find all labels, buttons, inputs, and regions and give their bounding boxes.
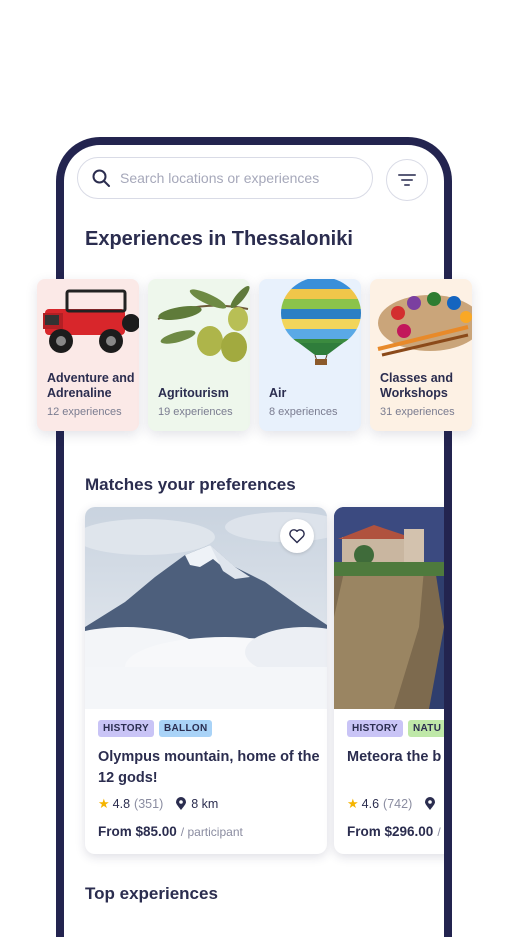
jeep-image bbox=[43, 289, 139, 353]
location-pin-icon bbox=[425, 797, 436, 810]
tag-list: HISTORY NATU bbox=[347, 720, 444, 737]
card-title: Olympus mountain, home of the 12 gods! bbox=[98, 749, 320, 786]
location-pin-icon bbox=[176, 797, 187, 810]
favorite-button[interactable] bbox=[280, 519, 314, 553]
filter-button[interactable] bbox=[386, 159, 428, 201]
tag-ballon: BALLON bbox=[159, 720, 213, 737]
category-count: 19 experiences bbox=[158, 406, 233, 418]
section-title-matches: Matches your preferences bbox=[85, 475, 296, 494]
star-icon: ★ bbox=[347, 796, 359, 811]
card-price: From $296.00/ bbox=[347, 824, 441, 839]
card-photo-meteora bbox=[334, 507, 444, 709]
price-unit: / bbox=[437, 825, 441, 839]
price-value: From $85.00 bbox=[98, 824, 177, 839]
card-meta: ★ 4.6 (742) bbox=[347, 796, 440, 812]
category-carousel: Adventure and Adrenaline 12 experiences … bbox=[37, 279, 507, 431]
category-name: Adventure and Adrenaline bbox=[47, 371, 135, 400]
tag-nature: NATU bbox=[408, 720, 444, 737]
search-input[interactable] bbox=[118, 169, 362, 187]
app-screen: Experiences in Thessaloniki Matches your… bbox=[64, 145, 444, 937]
price-unit: / participant bbox=[180, 825, 243, 839]
category-card-air[interactable]: Air 8 experiences bbox=[259, 279, 361, 431]
filter-icon bbox=[398, 174, 416, 186]
category-name: Classes and Workshops bbox=[380, 371, 453, 400]
olive-image bbox=[157, 285, 250, 362]
category-card-adventure[interactable]: Adventure and Adrenaline 12 experiences bbox=[37, 279, 139, 431]
tag-list: HISTORY BALLON bbox=[98, 720, 213, 737]
rating-value: 4.6 bbox=[361, 797, 380, 811]
search-icon bbox=[92, 169, 110, 187]
category-count: 8 experiences bbox=[269, 406, 338, 418]
card-title: Meteora the b rocks! bbox=[347, 749, 451, 765]
rating-value: 4.8 bbox=[112, 797, 131, 811]
experience-card-meteora[interactable]: HISTORY NATU Meteora the b rocks! ★ 4.6 … bbox=[334, 507, 451, 854]
paint-palette-image bbox=[377, 292, 472, 357]
category-name: Air bbox=[269, 386, 287, 400]
card-price: From $85.00/ participant bbox=[98, 824, 243, 839]
price-value: From $296.00 bbox=[347, 824, 434, 839]
category-count: 31 experiences bbox=[380, 406, 455, 418]
card-meta: ★ 4.8 (351) 8 km bbox=[98, 796, 218, 812]
distance-value: 8 km bbox=[191, 797, 219, 811]
category-card-agritourism[interactable]: Agritourism 19 experiences bbox=[148, 279, 250, 431]
category-count: 12 experiences bbox=[47, 406, 122, 418]
phone-frame: Experiences in Thessaloniki Matches your… bbox=[56, 137, 452, 937]
tag-history: HISTORY bbox=[347, 720, 403, 737]
review-count: (351) bbox=[134, 797, 164, 811]
star-icon: ★ bbox=[98, 796, 110, 811]
category-card-classes[interactable]: Classes and Workshops 31 experiences bbox=[370, 279, 472, 431]
heart-icon bbox=[289, 529, 305, 544]
review-count: (742) bbox=[383, 797, 413, 811]
hot-air-balloon-image bbox=[281, 279, 361, 365]
experience-card-olympus[interactable]: HISTORY BALLON Olympus mountain, home of… bbox=[85, 507, 327, 854]
section-title-top: Top experiences bbox=[85, 884, 218, 903]
page-title: Experiences in Thessaloniki bbox=[85, 228, 353, 250]
category-name: Agritourism bbox=[158, 386, 229, 400]
tag-history: HISTORY bbox=[98, 720, 154, 737]
search-bar[interactable] bbox=[77, 157, 373, 199]
